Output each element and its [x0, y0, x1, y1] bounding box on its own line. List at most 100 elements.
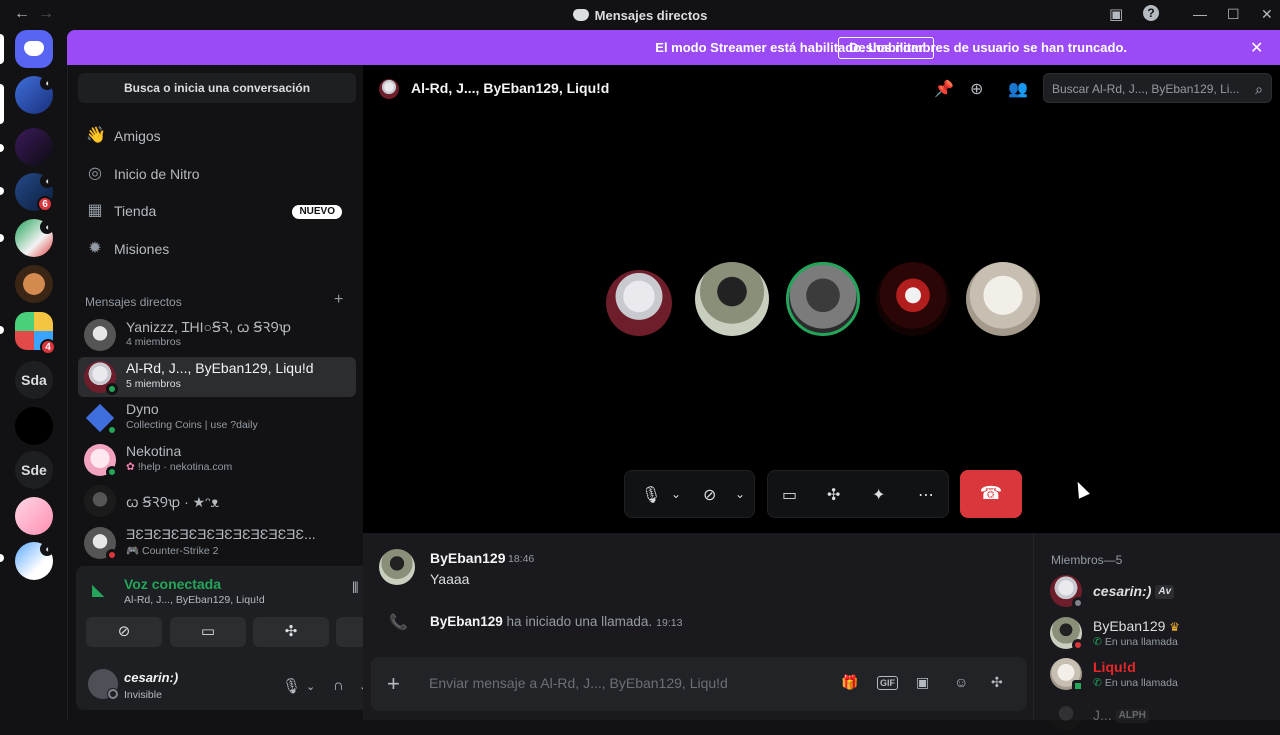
dm-item[interactable]: Dyno Collecting Coins | use ?daily [78, 398, 356, 438]
member-list-icon[interactable]: 👥 [1008, 79, 1028, 99]
noise-suppression-icon[interactable]: ⦀ [352, 580, 359, 597]
dm-name: ꞷ ꞨꝚꝮꝕ · ★ᵔᴥ [126, 494, 219, 510]
participant-tile-speaking[interactable] [786, 262, 860, 336]
emoji-icon[interactable]: ☺ [954, 674, 968, 690]
pin-icon[interactable]: 📌 [934, 79, 954, 99]
camera-off-icon: ⊘ [117, 623, 131, 640]
minimize-button[interactable]: — [1193, 6, 1207, 22]
apps-icon[interactable]: ✣ [991, 674, 1003, 691]
streamer-mode-banner: El modo Streamer está habilitado. Los no… [67, 30, 1280, 65]
speaker-icon: ◖ [40, 76, 54, 90]
more-icon[interactable]: ⋯ [918, 485, 934, 505]
gift-icon[interactable]: 🎁 [841, 674, 858, 691]
call-author[interactable]: ByEban129 [430, 614, 503, 629]
member-list: Miembros—5 cesarin:) Av ByEban129 ♛ ✆ En u… [1033, 533, 1280, 731]
friends-icon: 👋 [86, 127, 106, 144]
chevron-down-icon[interactable]: ⌄ [306, 680, 315, 693]
home-button[interactable] [15, 30, 53, 68]
disable-streamer-button[interactable]: Deshabilitar [838, 37, 935, 59]
dm-sub-text: Counter-Strike 2 [142, 545, 219, 557]
microphone-icon[interactable]: 🎙 [282, 677, 301, 695]
dm-name: Dyno [126, 401, 159, 417]
dm-sub: Collecting Coins | use ?daily [126, 419, 258, 431]
camera-off-button[interactable]: ⊘ [86, 617, 162, 647]
voice-channel-name[interactable]: Al-Rd, J..., ByEban129, Liqu!d [124, 594, 265, 606]
camera-off-icon[interactable]: ⊘ [703, 485, 716, 505]
member-item[interactable]: cesarin:) Av [1042, 571, 1272, 611]
message-input[interactable] [429, 670, 829, 696]
microphone-icon[interactable]: 🎙 [641, 485, 661, 505]
dm-name: ƎƐƎƐƎƐƎƐƎƐƎƐƎƐƎƐƎƐƎƐ... [126, 526, 316, 542]
close-window-button[interactable]: ✕ [1261, 6, 1273, 23]
member-tag: Av [1155, 585, 1175, 599]
nitro-icon: ◎ [88, 165, 102, 182]
activities-icon[interactable]: ✣ [827, 485, 840, 505]
maximize-button[interactable]: ☐ [1227, 6, 1240, 23]
dm-item[interactable]: ƎƐƎƐƎƐƎƐƎƐƎƐƎƐƎƐƎƐƎƐ... 🎮 Counter-Strike… [78, 523, 356, 563]
nav-quests[interactable]: ✹ Misiones [78, 232, 356, 266]
game-icon: 🎮 [126, 545, 142, 557]
signal-icon: ◣ [92, 582, 105, 599]
phone-icon: ✆ [1093, 636, 1102, 648]
dm-name: Yanizzz, ꞮHI○ꞨꝚ, ꞷ ꞨꝚꝮꝕ [126, 319, 292, 335]
close-icon[interactable]: ✕ [1250, 38, 1263, 58]
server-icon[interactable] [15, 407, 53, 445]
nav-shop[interactable]: ▦ Tienda NUEVO [78, 194, 356, 228]
participant-tile[interactable] [695, 262, 769, 336]
server-sda[interactable]: Sda [15, 361, 53, 399]
screen-share-button[interactable]: ▭ [170, 617, 246, 647]
dm-item[interactable]: ꞷ ꞨꝚꝮꝕ · ★ᵔᴥ [78, 481, 356, 521]
sticker-icon[interactable]: ▣ [916, 674, 929, 691]
dm-item[interactable]: Yanizzz, ꞮHI○ꞨꝚ, ꞷ ꞨꝚꝮꝕ 4 miembros [78, 315, 356, 355]
nav-friends[interactable]: 👋 Amigos [78, 119, 356, 153]
soundboard-icon[interactable]: ✦ [872, 485, 885, 505]
search-input[interactable]: Buscar Al-Rd, J..., ByEban129, Li... ⌕ [1043, 73, 1272, 103]
avatar[interactable] [379, 549, 415, 585]
add-friends-icon[interactable]: ⊕ [970, 79, 983, 99]
phone-icon: ✆ [1093, 677, 1102, 689]
unread-indicator [0, 144, 4, 152]
member-item[interactable]: Liqu!d ✆ En una llamada [1042, 654, 1272, 694]
server-icon[interactable] [15, 497, 53, 535]
server-sde[interactable]: Sde [15, 451, 53, 489]
headphones-icon[interactable]: ∩ [333, 677, 344, 694]
find-conversation-button[interactable]: Busca o inicia una conversación [78, 73, 356, 103]
screen-share-icon[interactable]: ▭ [782, 485, 797, 505]
create-dm-icon[interactable]: + [334, 291, 343, 309]
participant-tile[interactable] [966, 262, 1040, 336]
nav-nitro[interactable]: ◎ Inicio de Nitro [78, 157, 356, 191]
member-name-text: J... [1093, 707, 1112, 723]
help-icon[interactable]: ? [1143, 5, 1159, 21]
members-header: Miembros—5 [1051, 553, 1123, 567]
current-user-name[interactable]: cesarin:) [124, 670, 178, 685]
inbox-icon[interactable]: ▣ [1109, 5, 1123, 23]
speaker-icon: ◖ [40, 542, 54, 556]
mention-badge: 4 [40, 339, 56, 355]
member-item[interactable]: ByEban129 ♛ ✆ En una llamada [1042, 613, 1272, 653]
activities-icon: ✣ [284, 623, 298, 640]
member-activity: ✆ En una llamada [1093, 636, 1178, 648]
server-icon[interactable] [15, 128, 53, 166]
discord-logo-icon [572, 9, 589, 21]
window-title-text: Mensajes directos [594, 8, 708, 23]
member-item[interactable]: J... ALPH [1042, 695, 1272, 735]
plus-icon[interactable]: + [387, 671, 400, 697]
message-author[interactable]: ByEban129 [430, 550, 505, 566]
member-name: Liqu!d [1093, 659, 1136, 675]
voice-connected-label[interactable]: Voz conectada [124, 576, 221, 592]
audio-video-controls: 🎙 ⌄ ⊘ ⌄ [624, 470, 755, 518]
gif-icon[interactable]: GIF [877, 676, 898, 690]
dm-item[interactable]: Al-Rd, J..., ByEban129, Liqu!d 5 miembro… [78, 357, 356, 397]
participant-tile[interactable] [876, 262, 950, 336]
phone-icon: 📞 [389, 614, 408, 631]
chevron-down-icon[interactable]: ⌄ [735, 487, 745, 501]
invisible-status [1072, 597, 1084, 609]
dm-item[interactable]: Nekotina ✿ !help · nekotina.com [78, 440, 356, 480]
server-icon[interactable] [15, 265, 53, 303]
participant-tile[interactable] [606, 270, 672, 336]
member-activity-text: En una llamada [1104, 636, 1178, 648]
chevron-down-icon[interactable]: ⌄ [671, 487, 681, 501]
activities-button[interactable]: ✣ [253, 617, 329, 647]
hang-up-button[interactable]: ☎ [960, 470, 1022, 518]
selected-indicator [0, 34, 4, 64]
